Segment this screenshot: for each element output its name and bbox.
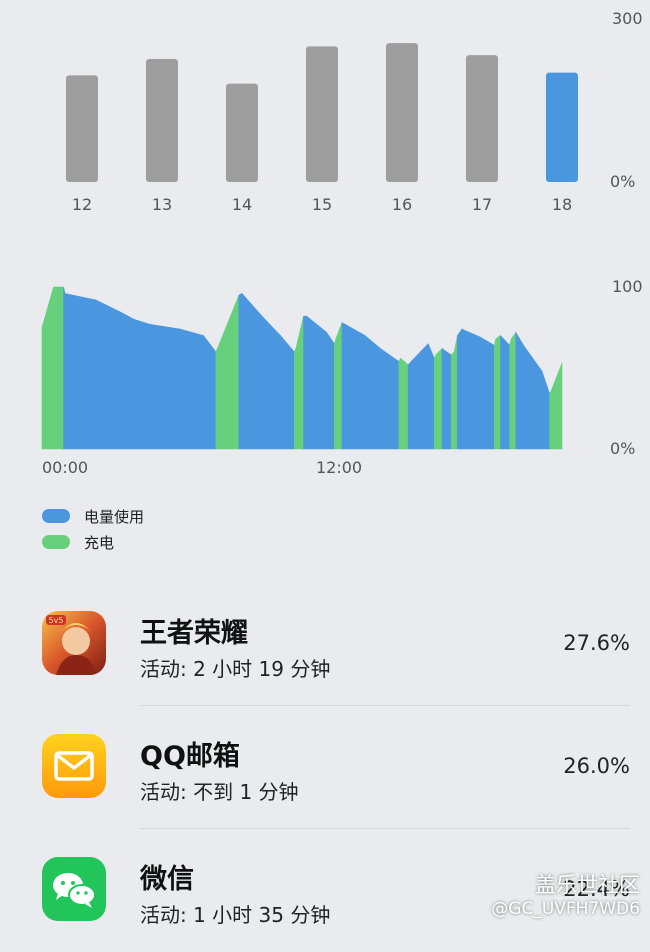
legend-swatch-charging <box>42 535 70 549</box>
app-percent: 27.6% <box>563 631 630 655</box>
app-name: 王者荣耀 <box>140 618 248 649</box>
bar-day-15[interactable] <box>306 46 338 182</box>
bar-y-max-label: 300 <box>612 9 643 28</box>
area-segment-usage <box>326 331 335 450</box>
watermark-title: 盖乐世社区 <box>535 873 640 897</box>
area-y-min-label: 0% <box>610 439 635 458</box>
area-segment-usage <box>523 344 543 450</box>
area-segment-usage <box>364 334 381 450</box>
bar-x-tick-12: 12 <box>72 195 92 214</box>
area-segment-usage <box>541 371 550 450</box>
area-segment-usage <box>280 334 295 450</box>
app-activity: 活动: 2 小时 19 分钟 <box>140 657 331 681</box>
area-segment-usage <box>407 360 412 450</box>
area-segment-usage <box>427 343 435 450</box>
area-segment-usage <box>410 351 421 450</box>
area-segment-charging <box>53 286 64 450</box>
legend-item-usage: 电量使用 <box>42 503 144 529</box>
area-segment-charging <box>454 335 458 450</box>
area-segment-usage <box>341 322 346 450</box>
area-segment-charging <box>450 351 455 450</box>
app-activity: 活动: 不到 1 分钟 <box>140 780 299 804</box>
area-segment-charging <box>217 294 240 450</box>
charts-svg: 12 13 14 15 16 17 18 300 0% 100 0% 00:00 12:00 <box>41 9 643 477</box>
mail-icon <box>42 734 106 798</box>
app-name: 微信 <box>140 864 194 895</box>
bar-y-min-label: 0% <box>610 172 635 191</box>
chart-legend: 电量使用 充电 <box>42 503 144 555</box>
app-row-qqmail[interactable]: QQ邮箱 活动: 不到 1 分钟 26.0% <box>0 706 650 829</box>
area-segment-usage <box>241 292 263 450</box>
bar-day-14[interactable] <box>226 83 258 182</box>
area-segment-charging <box>510 331 517 450</box>
bar-x-tick-15: 15 <box>312 195 332 214</box>
bar-x-tick-14: 14 <box>232 195 252 214</box>
area-segment-usage <box>95 299 120 450</box>
area-segment-usage <box>64 293 97 450</box>
area-segment-usage <box>441 347 452 450</box>
app-activity: 活动: 1 小时 35 分钟 <box>140 903 331 927</box>
area-segment-charging <box>295 316 304 450</box>
area-segment-charging <box>41 286 54 450</box>
bar-day-13[interactable] <box>146 59 178 182</box>
area-segment-usage <box>380 347 400 450</box>
area-segment-usage <box>303 315 307 450</box>
area-segment-usage <box>306 315 327 450</box>
area-segment-usage <box>457 328 463 450</box>
app-percent: 26.0% <box>563 754 630 778</box>
area-x-tick-0000: 00:00 <box>42 458 88 477</box>
area-segment-usage <box>480 336 495 450</box>
area-segment-usage <box>238 292 243 450</box>
area-x-tick-1200: 12:00 <box>316 458 362 477</box>
bar-day-16[interactable] <box>386 43 418 182</box>
bar-x-tick-17: 17 <box>472 195 492 214</box>
bar-x-tick-18: 18 <box>552 195 572 214</box>
app-name: QQ邮箱 <box>140 741 240 772</box>
bar-day-12[interactable] <box>66 75 98 182</box>
area-segment-usage <box>203 334 217 450</box>
svg-text:5v5: 5v5 <box>49 616 64 625</box>
app-row-wangzhe[interactable]: 5v5 王者荣耀 活动: 2 小时 19 分钟 27.6% <box>0 583 650 706</box>
area-y-max-label: 100 <box>612 277 643 296</box>
area-segment-charging <box>435 347 443 450</box>
game-icon: 5v5 <box>42 611 106 675</box>
watermark: 盖乐世社区 @GC_UVFH7WD6 <box>491 869 640 919</box>
area-segment-usage <box>515 331 524 450</box>
area-segment-usage <box>461 328 481 450</box>
bar-day-17[interactable] <box>466 55 498 182</box>
bar-x-tick-16: 16 <box>392 195 412 214</box>
legend-label-usage: 电量使用 <box>84 507 145 526</box>
area-segment-usage <box>261 315 281 450</box>
wechat-icon <box>42 857 106 921</box>
area-segment-usage <box>180 328 204 450</box>
legend-label-charging: 充电 <box>84 533 115 552</box>
legend-item-charging: 充电 <box>42 529 144 555</box>
watermark-handle: @GC_UVFH7WD6 <box>491 899 640 919</box>
battery-level-area-chart <box>41 286 563 450</box>
area-segment-usage <box>420 342 429 450</box>
area-segment-usage <box>149 323 181 450</box>
weekly-usage-bar-chart: 12 13 14 15 16 17 18 <box>66 43 578 214</box>
area-segment-usage <box>500 334 510 450</box>
bar-x-tick-13: 13 <box>152 195 172 214</box>
legend-swatch-usage <box>42 509 70 523</box>
area-segment-charging <box>550 363 563 450</box>
area-segment-charging <box>400 357 409 450</box>
area-segment-usage <box>344 323 366 450</box>
bar-day-18[interactable] <box>546 72 578 182</box>
area-segment-usage <box>118 310 135 450</box>
area-segment-charging <box>495 335 501 450</box>
area-segment-charging <box>335 322 343 450</box>
area-segment-usage <box>134 318 150 450</box>
